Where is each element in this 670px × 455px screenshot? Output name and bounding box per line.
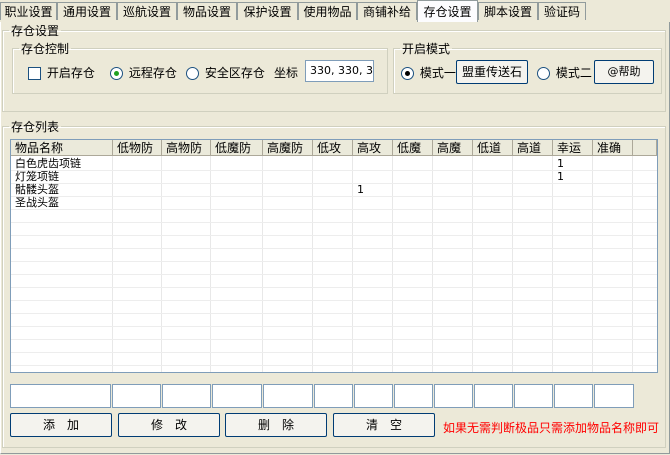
tab-item-settings[interactable]: 物品设置 [177, 2, 237, 20]
column-header[interactable]: 高攻 [353, 140, 393, 156]
delete-button[interactable]: 删 除 [225, 413, 327, 437]
column-header[interactable]: 低物防 [113, 140, 162, 156]
list-item-name[interactable]: 白色虎齿项链 [15, 157, 81, 170]
column-header[interactable]: 低攻 [313, 140, 353, 156]
radio-dot-icon[interactable] [110, 67, 123, 80]
grid-line [11, 235, 657, 236]
clear-button[interactable]: 清 空 [333, 413, 435, 437]
grid-line [11, 365, 657, 366]
column-header[interactable]: 低魔 [393, 140, 433, 156]
grid-line [11, 300, 657, 301]
low-phys-def-input[interactable] [112, 384, 161, 408]
remote-storage-radio[interactable]: 远程存仓 [110, 64, 177, 81]
tab-protect-settings[interactable]: 保护设置 [237, 2, 298, 20]
column-header-name[interactable]: 物品名称 [11, 140, 113, 156]
tab-job-settings[interactable]: 职业设置 [0, 2, 57, 20]
item-name-input[interactable] [10, 384, 111, 408]
high-magic-def-input[interactable] [263, 384, 313, 408]
high-phys-def-input[interactable] [162, 384, 211, 408]
remote-storage-label: 远程存仓 [128, 66, 177, 80]
coord-label: 坐标 [274, 66, 299, 80]
grid-line [11, 222, 657, 223]
column-header[interactable]: 准确 [593, 140, 633, 156]
column-header[interactable]: 高魔 [433, 140, 473, 156]
accuracy-input[interactable] [594, 384, 634, 408]
checkbox-box[interactable] [28, 67, 41, 80]
tab-storage-settings[interactable]: 存仓设置 [417, 0, 478, 22]
radio-dot-icon[interactable] [401, 67, 414, 80]
tab-use-items[interactable]: 使用物品 [298, 2, 357, 20]
grid-line [11, 313, 657, 314]
grid-line [11, 261, 657, 262]
enable-storage-checkbox[interactable]: 开启存仓 [28, 64, 95, 81]
tab-captcha[interactable]: 验证码 [538, 2, 586, 20]
help-button[interactable]: @帮助 [594, 60, 654, 84]
radio-dot-icon[interactable] [186, 67, 199, 80]
coord-input[interactable]: 330, 330, 3 [305, 60, 374, 82]
hint-text: 如果无需判断极品只需添加物品名称即可 [443, 421, 660, 435]
tab-strip: 职业设置 通用设置 巡航设置 物品设置 保护设置 使用物品 商铺补给 存仓设置 … [0, 0, 670, 23]
tab-script-settings[interactable]: 脚本设置 [478, 2, 538, 20]
column-header[interactable]: 高物防 [162, 140, 211, 156]
low-magic-input[interactable] [394, 384, 433, 408]
modify-button[interactable]: 修 改 [118, 413, 220, 437]
luck-input[interactable] [554, 384, 593, 408]
list-item-luck: 1 [557, 157, 564, 170]
mode2-radio[interactable]: 模式二 [537, 64, 592, 81]
column-header[interactable]: 高道 [513, 140, 553, 156]
grid-line [11, 274, 657, 275]
safezone-storage-label: 安全区存仓 [204, 66, 265, 80]
column-header-filler [633, 140, 657, 156]
tab-shop-supply[interactable]: 商铺补给 [357, 2, 417, 20]
mode-group-title: 开启模式 [402, 42, 451, 56]
list-item-name[interactable]: 骷髅头盔 [15, 183, 59, 196]
grid-line [11, 183, 657, 184]
high-attack-input[interactable] [354, 384, 393, 408]
mode1-label: 模式一 [419, 66, 456, 80]
high-magic-input[interactable] [434, 384, 473, 408]
tab-general-settings[interactable]: 通用设置 [57, 2, 117, 20]
safezone-storage-radio[interactable]: 安全区存仓 [186, 64, 265, 81]
column-header[interactable]: 高魔防 [263, 140, 313, 156]
list-item-high-attack: 1 [357, 183, 364, 196]
mode1-radio[interactable]: 模式一 [401, 64, 456, 81]
low-magic-def-input[interactable] [212, 384, 262, 408]
mode2-label: 模式二 [555, 66, 592, 80]
list-item-name[interactable]: 灯笼项链 [15, 170, 59, 183]
column-header[interactable]: 幸运 [553, 140, 593, 156]
grid-line [11, 352, 657, 353]
enable-storage-label: 开启存仓 [46, 66, 95, 80]
storage-list-title: 存仓列表 [11, 120, 60, 134]
grid-line [11, 248, 657, 249]
list-item-luck: 1 [557, 170, 564, 183]
grid-line [11, 287, 657, 288]
high-tao-input[interactable] [514, 384, 553, 408]
radio-dot-icon[interactable] [537, 67, 550, 80]
low-attack-input[interactable] [314, 384, 353, 408]
column-header[interactable]: 低魔防 [211, 140, 263, 156]
column-header[interactable]: 低道 [473, 140, 513, 156]
add-button[interactable]: 添 加 [10, 413, 112, 437]
low-tao-input[interactable] [474, 384, 513, 408]
tab-cruise-settings[interactable]: 巡航设置 [117, 2, 177, 20]
grid-line [11, 326, 657, 327]
storage-list[interactable]: 物品名称 低物防 高物防 低魔防 高魔防 低攻 高攻 低魔 高魔 低道 高道 幸… [10, 139, 658, 373]
list-item-name[interactable]: 圣战头盔 [15, 196, 59, 209]
grid-line [11, 339, 657, 340]
mode1-teleport-button[interactable]: 盟重传送石 [456, 60, 528, 84]
grid-line [11, 209, 657, 210]
storage-settings-title: 存仓设置 [11, 24, 60, 38]
storage-control-title: 存仓控制 [21, 42, 70, 56]
grid-line [11, 196, 657, 197]
